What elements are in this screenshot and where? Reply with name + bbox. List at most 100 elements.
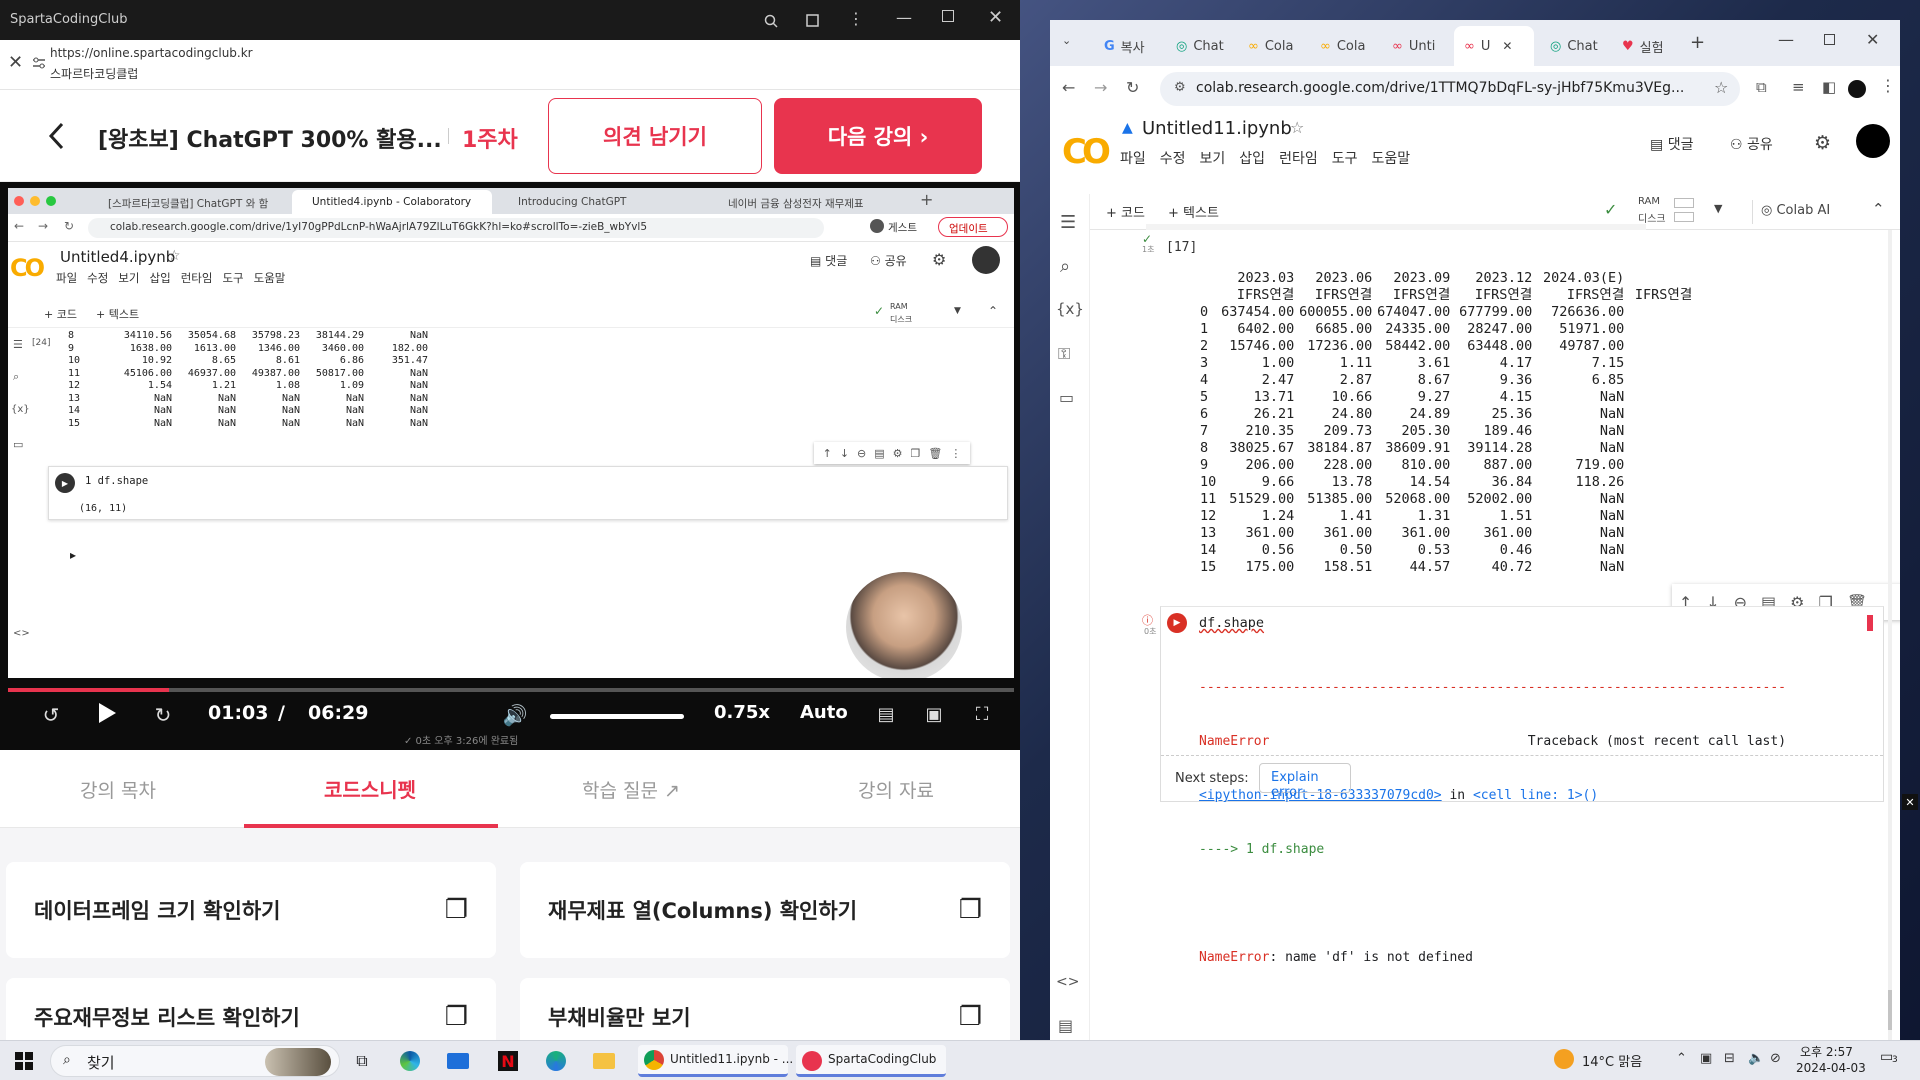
tab-questions[interactable]: 학습 질문 ↗ [582, 776, 680, 803]
menu-item[interactable]: 보기 [118, 270, 139, 286]
play-icon[interactable] [92, 698, 122, 728]
tray-app-icon[interactable]: ▣ [1700, 1051, 1712, 1066]
mail-icon[interactable] [440, 1045, 476, 1077]
edge-icon[interactable] [392, 1045, 428, 1077]
explain-error-button[interactable]: Explain error [1259, 763, 1351, 800]
inner-code-cell[interactable]: ▶ 1 df.shape (16, 11) [48, 466, 1008, 520]
star-icon[interactable]: ☆ [1290, 118, 1304, 137]
feedback-button[interactable]: 의견 남기기 [548, 98, 762, 174]
folder-icon[interactable]: ▭ [13, 438, 23, 451]
tab-close-icon[interactable]: ✕ [1502, 39, 1512, 53]
terminal-icon[interactable]: ▤ [1058, 1016, 1073, 1035]
browser-tab[interactable]: ♥ 실험 [1612, 30, 1674, 62]
menu-item[interactable]: 파일 [56, 270, 77, 286]
link-icon[interactable]: ⊖ [857, 447, 866, 460]
minimize-icon[interactable]: — [1778, 30, 1794, 49]
windows-start-icon[interactable] [6, 1045, 42, 1077]
menu-item[interactable]: 런타임 [1279, 148, 1318, 168]
update-button[interactable]: 업데이트 [938, 217, 1008, 237]
next-lecture-button[interactable]: 다음 강의 › [774, 98, 982, 174]
add-code-button[interactable]: + 코드 [44, 306, 77, 322]
copy-icon[interactable]: ❐ [911, 447, 921, 460]
scrollbar[interactable] [1888, 230, 1892, 1040]
snippet-card[interactable]: 재무제표 열(Columns) 확인하기 ❐ [520, 862, 1010, 958]
volume-slider[interactable] [550, 714, 684, 719]
extensions-icon[interactable]: ⧉ [1756, 78, 1767, 96]
fullscreen-icon[interactable]: ⛶ [968, 700, 996, 728]
tab-toc[interactable]: 강의 목차 [80, 776, 156, 803]
copy-icon[interactable]: ❐ [445, 895, 468, 925]
browser-tab[interactable]: ∞ Unti [1382, 30, 1445, 62]
chevron-up-icon[interactable]: ⌃ [1872, 200, 1885, 218]
trash-icon[interactable]: 🗑 [928, 447, 942, 460]
menu-item[interactable]: 파일 [1120, 148, 1146, 168]
code-cell[interactable]: ▶ df.shape -----------------------------… [1160, 606, 1884, 965]
taskbar-search[interactable]: ⌕ 찾기 [50, 1045, 340, 1077]
theater-icon[interactable]: ▣ [920, 700, 948, 728]
chevron-up-icon[interactable]: ⌃ [988, 304, 998, 318]
arrow-up-icon[interactable]: ↑ [823, 447, 832, 460]
browser-tab[interactable]: ∞ Cola [1310, 30, 1375, 62]
run-cell-icon[interactable]: ▶ [55, 473, 75, 493]
tab-search-icon[interactable]: ⌄ [1062, 34, 1071, 47]
address-bar[interactable]: colab.research.google.com/drive/1TTMQ7bD… [1160, 72, 1740, 106]
copy-icon[interactable]: ❐ [959, 895, 982, 925]
browser-tab[interactable]: ∞ Cola [1238, 30, 1303, 62]
key-icon[interactable]: ⚿ [1058, 344, 1070, 364]
inner-tab[interactable]: [스파르타코딩클럽] ChatGPT 와 함 [88, 192, 288, 214]
menu-item[interactable]: 삽입 [150, 270, 171, 286]
menu-item[interactable]: 도구 [1332, 148, 1358, 168]
menu-item[interactable]: 삽입 [1239, 148, 1265, 168]
menu-item[interactable]: 보기 [1200, 148, 1226, 168]
copy-icon[interactable]: ❐ [445, 1002, 468, 1032]
copy-icon[interactable]: ❐ [959, 1002, 982, 1032]
taskbar-chrome[interactable]: Untitled11.ipynb - ... [638, 1045, 793, 1077]
gear-icon[interactable]: ⚙ [932, 250, 946, 269]
subtitles-icon[interactable]: ▤ [872, 700, 900, 728]
add-code-button[interactable]: + 코드 [1106, 202, 1145, 221]
run-cell-icon[interactable]: ▶ [1167, 613, 1187, 633]
variables-icon[interactable]: {x} [11, 404, 30, 415]
reload-icon[interactable]: ↻ [64, 219, 74, 233]
left-url[interactable]: https://online.spartacodingclub.kr [50, 46, 253, 60]
star-icon[interactable]: ☆ [168, 248, 181, 264]
comment-button[interactable]: ▤ 댓글 [810, 252, 847, 269]
maximize-icon[interactable] [942, 10, 954, 22]
inner-tab[interactable]: 네이버 금융 삼성전자 재무제표 [708, 192, 908, 214]
snippet-card[interactable]: 데이터프레임 크기 확인하기 ❐ [6, 862, 496, 958]
file-explorer-icon[interactable] [586, 1045, 622, 1077]
netflix-icon[interactable]: N [490, 1045, 526, 1077]
menu-item[interactable]: 런타임 [181, 270, 213, 286]
toc-icon[interactable]: ☰ [1060, 212, 1076, 233]
task-view-icon[interactable]: ⧉ [344, 1045, 380, 1077]
toc-icon[interactable]: ☰ [13, 338, 23, 351]
variables-icon[interactable]: {x} [1056, 300, 1084, 318]
avatar[interactable] [870, 219, 884, 233]
forward-icon[interactable]: → [38, 219, 48, 233]
back-arrow-icon[interactable] [44, 118, 68, 154]
rewind-10-icon[interactable]: ↺ [36, 700, 66, 730]
inner-url[interactable]: colab.research.google.com/drive/1yI70gPP… [88, 218, 824, 238]
media-icon[interactable]: ≡ [1792, 78, 1805, 96]
code-line[interactable]: 1 df.shape [85, 475, 148, 487]
snippet-card[interactable]: 주요재무정보 리스트 확인하기 ❐ [6, 978, 496, 1040]
back-icon[interactable]: ← [1062, 78, 1075, 97]
close-icon[interactable]: ✕ [988, 7, 1003, 28]
forward-icon[interactable]: → [1094, 78, 1107, 97]
minimize-icon[interactable]: — [896, 8, 912, 27]
close-icon[interactable]: ✕ [1902, 794, 1918, 810]
zoom-icon[interactable] [762, 12, 780, 30]
profile-avatar[interactable] [1848, 80, 1866, 98]
back-icon[interactable]: ← [14, 219, 24, 233]
browser-tab-active[interactable]: ∞ U ✕ [1454, 26, 1534, 66]
menu-item[interactable]: 도움말 [254, 270, 286, 286]
volume-icon[interactable]: 🔊 [500, 700, 530, 730]
battery-icon[interactable]: ⊘ [1770, 1051, 1781, 1066]
site-settings-icon[interactable] [30, 54, 48, 72]
taskbar-sparta[interactable]: SpartaCodingClub [796, 1045, 946, 1077]
code-icon[interactable]: <> [13, 628, 30, 639]
extension-icon[interactable] [804, 11, 822, 29]
snippet-card[interactable]: 부채비율만 보기 ❐ [520, 978, 1010, 1040]
inner-tab[interactable]: Introducing ChatGPT [498, 192, 688, 214]
gear-icon[interactable]: ⚙ [893, 447, 903, 460]
